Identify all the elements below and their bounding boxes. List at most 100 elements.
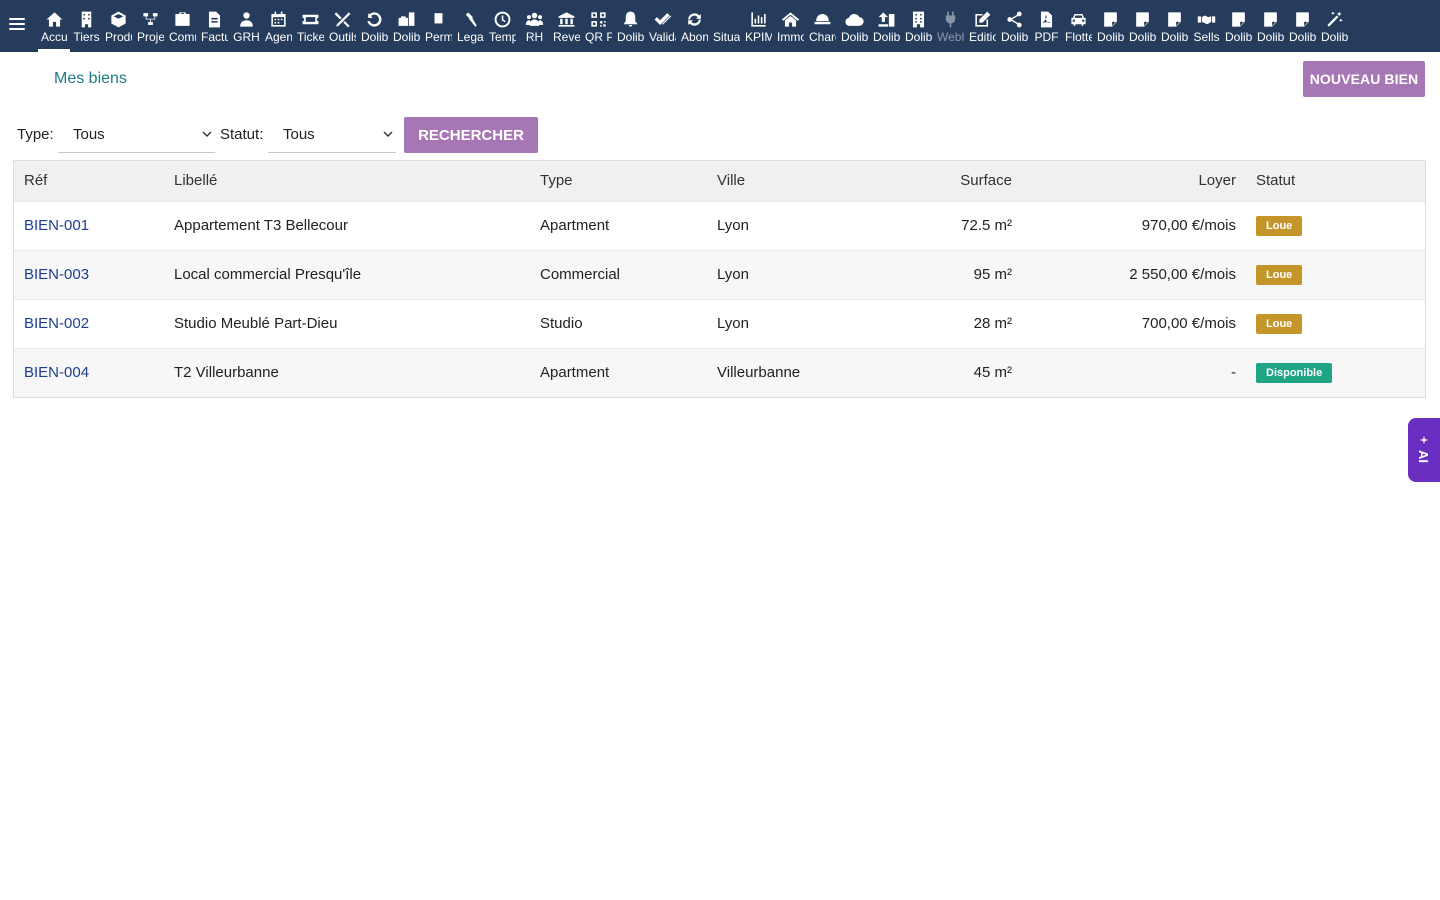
menu-item-5[interactable]: Facturation [198, 0, 230, 52]
search-button[interactable]: RECHERCHER [404, 117, 538, 153]
menu-item-3[interactable]: Projets [134, 0, 166, 52]
menu-item-8[interactable]: Tickets [294, 0, 326, 52]
column-header-city[interactable]: Ville [707, 161, 867, 201]
menu-item-16[interactable]: Revenus [550, 0, 582, 52]
menu-item-0[interactable]: Accueil [38, 0, 70, 52]
cell-status: Loue [1246, 298, 1425, 348]
cell-rent: 970,00 €/mois [1022, 200, 1246, 250]
pin-icon [422, 9, 454, 29]
status-badge: Loue [1256, 264, 1303, 285]
table-header-row: Réf Libellé Type Ville Surface Loyer Sta… [14, 161, 1425, 201]
check-double-icon [646, 9, 678, 29]
column-header-label[interactable]: Libellé [164, 161, 530, 201]
menu-item-27[interactable]: Dolibarr [902, 0, 934, 52]
top-menu: Accueil Tiers Produits Projets Commercial Fac… [38, 0, 1350, 52]
menu-item-2[interactable]: Produits [102, 0, 134, 52]
menu-item-label: Tickets [297, 30, 324, 44]
menu-item-38[interactable]: Dolibarr [1254, 0, 1286, 52]
menu-item-label: QR Payment [585, 30, 612, 44]
menu-item-20[interactable]: Abonnements [678, 0, 710, 52]
menu-item-label: Flotte [1065, 30, 1092, 44]
car-icon [1062, 9, 1094, 29]
menu-item-15[interactable]: RH [518, 0, 550, 52]
ref-link[interactable]: BIEN-003 [24, 266, 89, 283]
cell-surface: 28 m² [867, 298, 1022, 348]
chart-bar-icon [742, 9, 774, 29]
cell-type: Apartment [530, 200, 707, 250]
column-header-rent[interactable]: Loyer [1022, 161, 1246, 201]
menu-item-19[interactable]: Validation [646, 0, 678, 52]
ref-link[interactable]: BIEN-001 [24, 217, 89, 234]
status-badge: Loue [1256, 215, 1303, 236]
menu-item-label: Dolibarr [841, 30, 868, 44]
column-header-status[interactable]: Statut [1246, 161, 1425, 201]
table-row[interactable]: BIEN-004 T2 Villeurbanne Apartment Ville… [14, 347, 1425, 397]
menu-item-11[interactable]: Dolibarr [390, 0, 422, 52]
menu-item-39[interactable]: Dolibarr [1286, 0, 1318, 52]
cell-status: Loue [1246, 249, 1425, 299]
new-property-button[interactable]: NOUVEAU BIEN [1303, 61, 1425, 97]
share-icon [998, 9, 1030, 29]
ref-link[interactable]: BIEN-004 [24, 364, 89, 381]
menu-item-33[interactable]: Dolibarr [1094, 0, 1126, 52]
menu-item-28[interactable]: Webhooks [934, 0, 966, 52]
menu-item-24[interactable]: Charges [806, 0, 838, 52]
menu-item-label: Situations [713, 30, 740, 44]
ref-link[interactable]: BIEN-002 [24, 315, 89, 332]
menu-item-25[interactable]: Dolibarr [838, 0, 870, 52]
menu-item-label: Agenda [265, 30, 292, 44]
handshake-icon [1190, 9, 1222, 29]
menu-item-9[interactable]: Outils [326, 0, 358, 52]
menu-item-30[interactable]: Dolibarr [998, 0, 1030, 52]
menu-item-17[interactable]: QR Payment [582, 0, 614, 52]
column-header-surface[interactable]: Surface [867, 161, 1022, 201]
menu-item-26[interactable]: Dolibarr [870, 0, 902, 52]
users-icon [518, 9, 550, 29]
ai-assistant-tab[interactable]: AI [1408, 418, 1440, 482]
suitcase-icon [166, 9, 198, 29]
menu-item-18[interactable]: Dolibarr [614, 0, 646, 52]
menu-item-10[interactable]: Dolibarr [358, 0, 390, 52]
upload-icon [870, 9, 902, 29]
menu-item-36[interactable]: Sells [1190, 0, 1222, 52]
menu-item-6[interactable]: GRH [230, 0, 262, 52]
menu-item-37[interactable]: Dolibarr [1222, 0, 1254, 52]
menu-item-31[interactable]: PDF [1030, 0, 1062, 52]
column-header-type[interactable]: Type [530, 161, 707, 201]
menu-item-7[interactable]: Agenda [262, 0, 294, 52]
status-filter-select[interactable]: Tous [268, 117, 396, 153]
table-row[interactable]: BIEN-001 Appartement T3 Bellecour Apartm… [14, 200, 1425, 250]
hamburger-menu-icon[interactable] [9, 17, 25, 31]
menu-item-label: Tiers [73, 30, 100, 44]
menu-item-14[interactable]: Temps [486, 0, 518, 52]
cube-icon [102, 9, 134, 29]
sync-icon [678, 9, 710, 29]
menu-item-32[interactable]: Flotte [1062, 0, 1094, 52]
menu-item-29[interactable]: Edition [966, 0, 998, 52]
menu-item-label: Dolibarr [617, 30, 644, 44]
cell-ref: BIEN-002 [14, 298, 164, 348]
status-filter-value: Tous [283, 126, 315, 143]
menu-item-12[interactable]: Permissions [422, 0, 454, 52]
menu-item-label: RH [525, 30, 544, 44]
cell-city: Lyon [707, 249, 867, 299]
menu-item-40[interactable]: Dolibarr [1318, 0, 1350, 52]
menu-item-22[interactable]: KPIM [742, 0, 774, 52]
calendar-icon [262, 9, 294, 29]
menu-item-4[interactable]: Commercial [166, 0, 198, 52]
menu-item-21[interactable]: Situations [710, 0, 742, 52]
table-row[interactable]: BIEN-002 Studio Meublé Part-Dieu Studio … [14, 298, 1425, 348]
cell-ref: BIEN-001 [14, 200, 164, 250]
menu-item-label: Dolibarr [393, 30, 420, 44]
type-filter-select[interactable]: Tous [58, 117, 215, 153]
qrcode-icon [582, 9, 614, 29]
menu-item-34[interactable]: Dolibarr [1126, 0, 1158, 52]
menu-item-1[interactable]: Tiers [70, 0, 102, 52]
table-row[interactable]: BIEN-003 Local commercial Presqu'île Com… [14, 249, 1425, 299]
column-header-ref[interactable]: Réf [14, 161, 164, 201]
menu-item-label: Dolibarr [361, 30, 388, 44]
menu-item-35[interactable]: Dolibarr [1158, 0, 1190, 52]
menu-item-23[interactable]: Immobilier [774, 0, 806, 52]
menu-item-13[interactable]: Legal [454, 0, 486, 52]
cell-ref: BIEN-004 [14, 347, 164, 397]
